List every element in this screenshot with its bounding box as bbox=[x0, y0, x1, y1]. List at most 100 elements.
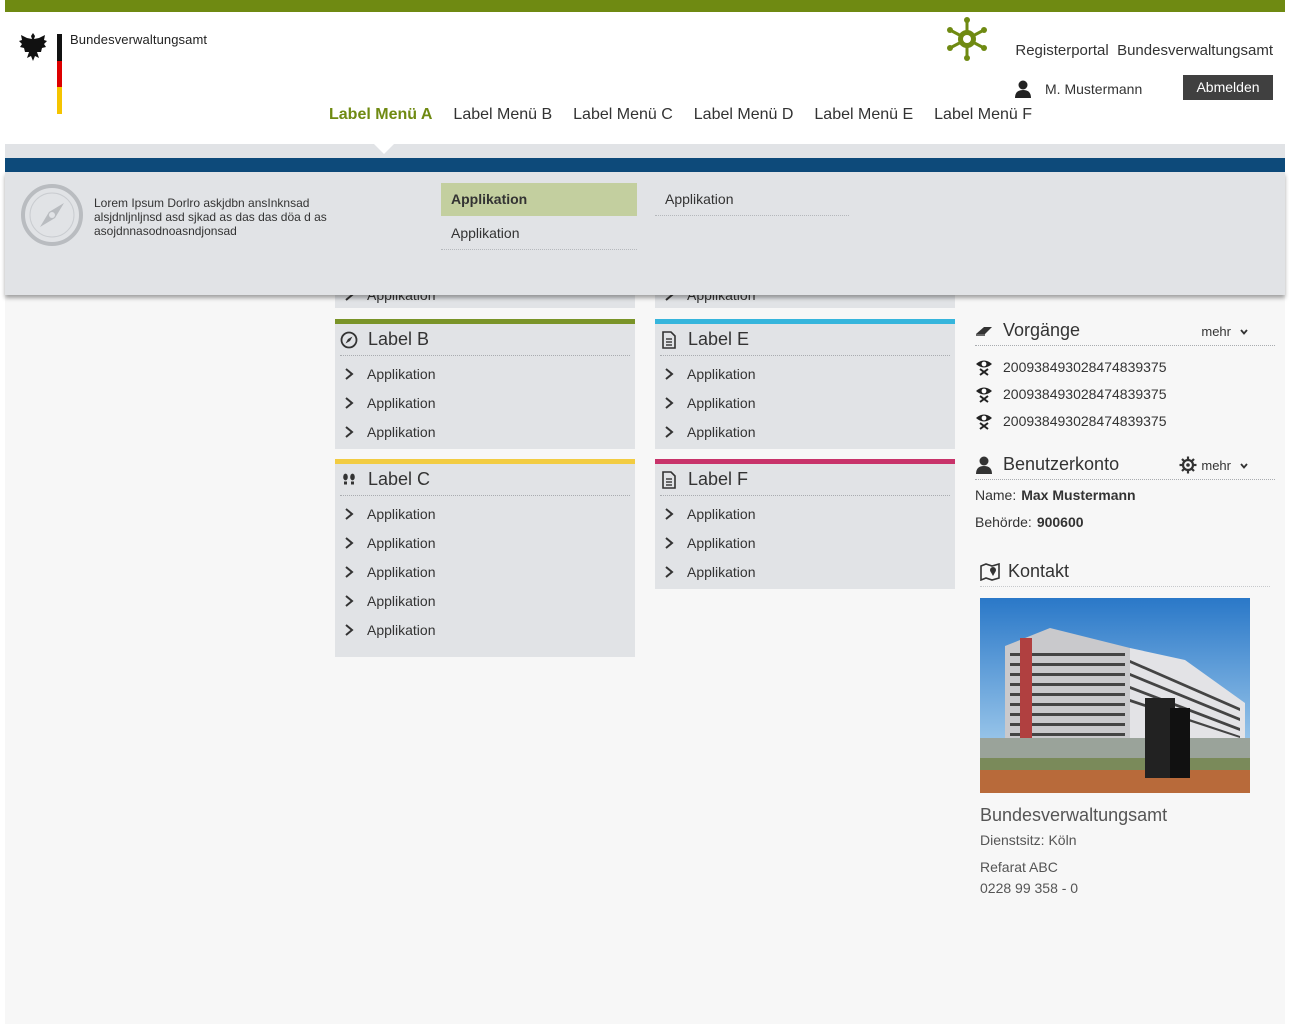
dropdown-description: Lorem Ipsum Dorlro askjdbn ansInknsad al… bbox=[94, 196, 327, 238]
vorgaenge-more-toggle[interactable]: mehr bbox=[1201, 324, 1249, 339]
card-label-c: Label C Applikation Applikation Applikat… bbox=[335, 459, 635, 657]
list-item[interactable]: Applikation bbox=[655, 528, 955, 557]
compass-icon bbox=[21, 184, 83, 246]
nav-blue-line bbox=[5, 158, 1285, 172]
chevron-right-icon bbox=[345, 536, 354, 549]
kontakt-header: Kontakt bbox=[980, 557, 1270, 587]
list-item[interactable]: Applikation bbox=[335, 557, 635, 586]
vorgaenge-panel: Vorgänge mehr 200938493028474839375 2009… bbox=[975, 316, 1275, 434]
list-item[interactable]: Applikation bbox=[655, 388, 955, 417]
konto-behoerde-value: 900600 bbox=[1036, 513, 1084, 530]
chevron-down-icon bbox=[1240, 328, 1248, 335]
eraser-icon bbox=[976, 326, 992, 336]
user-name: M. Mustermann bbox=[1045, 81, 1143, 97]
org-name: Bundesverwaltungsamt bbox=[70, 32, 208, 47]
chevron-down-icon bbox=[1240, 462, 1248, 469]
eagle-icon bbox=[19, 33, 47, 61]
list-item[interactable]: Applikation bbox=[655, 417, 955, 446]
card-header: Label C bbox=[340, 464, 630, 496]
dropdown-link-active[interactable]: Applikation bbox=[441, 183, 637, 216]
chevron-right-icon bbox=[345, 507, 354, 520]
gear-icon[interactable] bbox=[1179, 456, 1197, 474]
vorgang-item[interactable]: 200938493028474839375 bbox=[975, 407, 1275, 434]
chevron-right-icon bbox=[665, 565, 674, 578]
card-title: Label E bbox=[688, 329, 750, 349]
kontakt-panel: Kontakt bbox=[980, 557, 1270, 587]
portal-title: Registerportal Bundesverwaltungsamt bbox=[1015, 42, 1273, 59]
nav-item-b[interactable]: Label Menü B bbox=[453, 106, 552, 124]
chevron-right-icon bbox=[345, 367, 354, 380]
card-title: Label C bbox=[368, 469, 431, 489]
konto-name-value: Max Mustermann bbox=[1021, 486, 1136, 503]
chevron-right-icon bbox=[345, 623, 354, 636]
chevron-right-icon bbox=[665, 367, 674, 380]
user-info[interactable]: M. Mustermann bbox=[1015, 77, 1142, 101]
footprints-icon bbox=[343, 473, 355, 484]
chevron-right-icon bbox=[345, 396, 354, 409]
list-item[interactable]: Applikation bbox=[335, 388, 635, 417]
list-item[interactable]: Applikation bbox=[335, 499, 635, 528]
card-label-f: Label F Applikation Applikation Applikat… bbox=[655, 459, 955, 589]
nav-item-c[interactable]: Label Menü C bbox=[573, 106, 673, 124]
konto-name-row: Name: Max Mustermann bbox=[975, 486, 1136, 503]
card-header: Label B bbox=[340, 324, 630, 356]
case-eye-icon bbox=[976, 387, 992, 403]
list-item[interactable]: Applikation bbox=[655, 499, 955, 528]
nav-item-a[interactable]: Label Menü A bbox=[329, 106, 432, 124]
kontakt-sitz: Dienstsitz: Köln bbox=[980, 832, 1077, 848]
case-eye-icon bbox=[976, 414, 992, 430]
logout-button[interactable]: Abmelden bbox=[1183, 75, 1273, 100]
chevron-right-icon bbox=[665, 425, 674, 438]
nav-band bbox=[5, 144, 1285, 158]
dropdown-link[interactable]: Applikation bbox=[441, 217, 637, 250]
top-accent-bar bbox=[5, 0, 1285, 12]
vorgang-item[interactable]: 200938493028474839375 bbox=[975, 380, 1275, 407]
german-flag-bar bbox=[57, 34, 62, 114]
list-item[interactable]: Applikation bbox=[335, 528, 635, 557]
nav-item-d[interactable]: Label Menü D bbox=[694, 106, 794, 124]
chevron-right-icon bbox=[345, 425, 354, 438]
benutzerkonto-header: Benutzerkonto mehr bbox=[975, 450, 1275, 480]
logo[interactable]: Bundesverwaltungsamt bbox=[18, 30, 218, 120]
building-photo bbox=[980, 598, 1250, 793]
chevron-right-icon bbox=[345, 594, 354, 607]
kontakt-org: Bundesverwaltungsamt bbox=[980, 805, 1168, 825]
konto-behoerde-row: Behörde: 900600 bbox=[975, 513, 1084, 530]
list-item[interactable]: Applikation bbox=[655, 359, 955, 388]
compass-icon bbox=[340, 331, 358, 348]
benutzerkonto-panel: Benutzerkonto mehr Name: Max Mustermann … bbox=[975, 450, 1275, 535]
chevron-right-icon bbox=[345, 565, 354, 578]
nav-item-f[interactable]: Label Menü F bbox=[934, 106, 1032, 124]
nav-item-e[interactable]: Label Menü E bbox=[814, 106, 913, 124]
card-title: Label B bbox=[368, 329, 430, 349]
list-item[interactable]: Applikation bbox=[335, 417, 635, 446]
card-header: Label F bbox=[660, 464, 950, 496]
header: Bundesverwaltungsamt Registerportal Bund… bbox=[5, 12, 1285, 144]
vorgaenge-header: Vorgänge mehr bbox=[975, 316, 1275, 346]
document-icon bbox=[662, 470, 676, 489]
benutzerkonto-title: Benutzerkonto bbox=[1003, 454, 1120, 474]
case-eye-icon bbox=[976, 360, 992, 376]
dropdown-column-1: Applikation Applikation bbox=[441, 183, 637, 251]
vorgang-item[interactable]: 200938493028474839375 bbox=[975, 353, 1275, 380]
user-icon bbox=[976, 456, 992, 474]
chevron-right-icon bbox=[665, 536, 674, 549]
kontakt-referat: Refarat ABC bbox=[980, 859, 1058, 875]
vorgaenge-title: Vorgänge bbox=[1003, 320, 1081, 340]
list-item[interactable]: Applikation bbox=[335, 586, 635, 615]
kontakt-title: Kontakt bbox=[1008, 561, 1070, 581]
list-item[interactable]: Applikation bbox=[655, 557, 955, 586]
menu-dropdown-panel: Lorem Ipsum Dorlro askjdbn ansInknsad al… bbox=[5, 172, 1285, 295]
portal-network-icon bbox=[947, 17, 987, 61]
card-header: Label E bbox=[660, 324, 950, 356]
nav-active-caret bbox=[374, 144, 394, 154]
user-icon bbox=[1015, 80, 1031, 98]
map-pin-icon bbox=[980, 562, 1000, 581]
dropdown-link[interactable]: Applikation bbox=[655, 183, 849, 216]
list-item[interactable]: Applikation bbox=[335, 359, 635, 388]
kontakt-phone[interactable]: 0228 99 358 - 0 bbox=[980, 880, 1078, 896]
list-item[interactable]: Applikation bbox=[335, 615, 635, 644]
konto-more-toggle[interactable]: mehr bbox=[1201, 458, 1249, 473]
main-nav: Label Menü A Label Menü B Label Menü C L… bbox=[329, 106, 1053, 124]
chevron-right-icon bbox=[665, 507, 674, 520]
